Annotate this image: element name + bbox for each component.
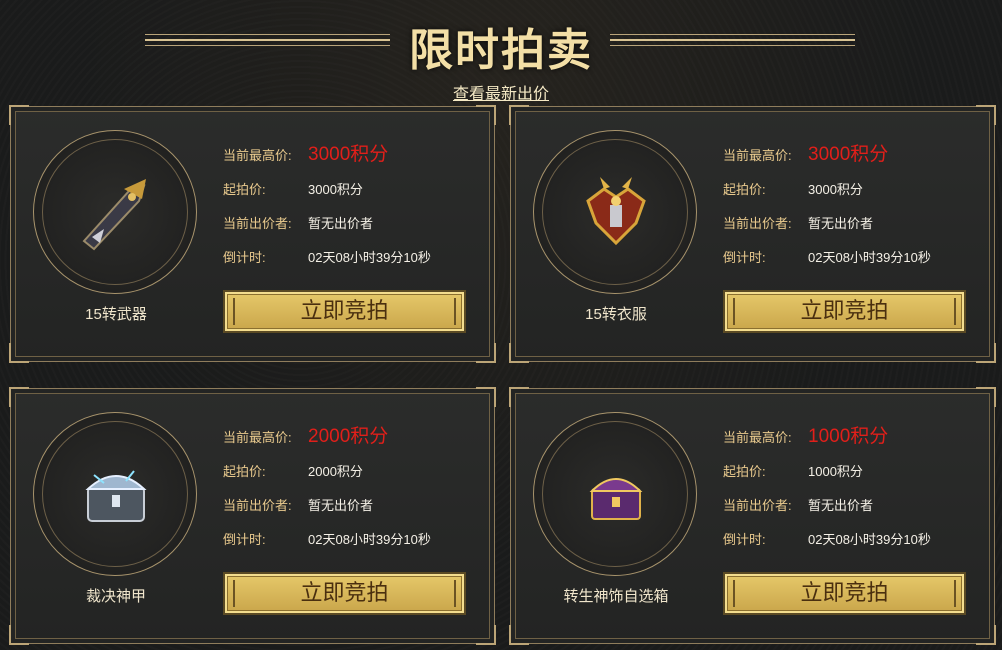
view-latest-bids-link[interactable]: 查看最新出价 [453,86,549,103]
current-highest-value: 2000积分 [308,426,389,447]
countdown-label: 倒计时: [223,250,266,265]
current-bidder-label: 当前出价者: [723,498,792,513]
item-name: 转生神饰自选箱 [563,588,669,605]
ornament-box-icon [574,453,658,537]
start-price-label: 起拍价: [723,464,766,479]
page-header: 限时拍卖 查看最新出价 [0,0,1002,105]
countdown-value: 02天08小时39分10秒 [808,532,931,547]
start-price-label: 起拍价: [723,182,766,197]
current-bidder-label: 当前出价者: [723,216,792,231]
weapon-icon [74,171,158,255]
latest-bids-link-wrap: 查看最新出价 [0,80,1002,104]
bid-now-button[interactable]: 立即竞拍 [223,290,466,333]
current-highest-value: 3000积分 [308,144,389,165]
auction-info: 当前最高价: 2000积分 起拍价: 2000积分 当前出价者: 暂无出价者 倒计时:… [223,419,483,555]
item-name: 15转武器 [85,306,147,323]
auction-info: 当前最高价: 3000积分 起拍价: 3000积分 当前出价者: 暂无出价者 倒计时:… [723,137,983,273]
start-price-value: 3000积分 [308,182,363,197]
auction-info: 当前最高价: 3000积分 起拍价: 3000积分 当前出价者: 暂无出价者 倒计时:… [223,137,483,273]
armor-icon [574,171,658,255]
countdown-value: 02天08小时39分10秒 [308,532,431,547]
current-bidder-value: 暂无出价者 [308,216,374,231]
bid-now-button[interactable]: 立即竞拍 [723,572,966,615]
current-bidder-label: 当前出价者: [223,498,292,513]
current-highest-value: 1000积分 [808,426,889,447]
item-frame [533,412,697,576]
bid-now-button[interactable]: 立即竞拍 [723,290,966,333]
item-frame [33,412,197,576]
auction-card: 裁决神甲 当前最高价: 2000积分 起拍价: 2000积分 当前出价者: 暂无出价者… [9,387,496,645]
current-highest-label: 当前最高价: [723,148,792,163]
current-highest-label: 当前最高价: [723,430,792,445]
countdown-value: 02天08小时39分10秒 [308,250,431,265]
countdown-value: 02天08小时39分10秒 [808,250,931,265]
current-highest-label: 当前最高价: [223,148,292,163]
start-price-label: 起拍价: [223,182,266,197]
start-price-value: 3000积分 [808,182,863,197]
item-frame [33,130,197,294]
countdown-label: 倒计时: [223,532,266,547]
item-name: 15转衣服 [585,306,647,323]
current-highest-value: 3000积分 [808,144,889,165]
current-bidder-value: 暂无出价者 [808,216,874,231]
start-price-value: 2000积分 [308,464,363,479]
current-bidder-value: 暂无出价者 [308,498,374,513]
auction-card: 15转衣服 当前最高价: 3000积分 起拍价: 3000积分 当前出价者: 暂无出价… [509,105,996,363]
current-bidder-label: 当前出价者: [223,216,292,231]
item-name: 裁决神甲 [85,588,146,605]
auction-card: 15转武器 当前最高价: 3000积分 起拍价: 3000积分 当前出价者: 暂无出价… [9,105,496,363]
bid-now-button[interactable]: 立即竞拍 [223,572,466,615]
item-frame [533,130,697,294]
start-price-label: 起拍价: [223,464,266,479]
auction-info: 当前最高价: 1000积分 起拍价: 1000积分 当前出价者: 暂无出价者 倒计时:… [723,419,983,555]
countdown-label: 倒计时: [723,532,766,547]
title-ornament-right [610,30,855,50]
auction-card: 转生神饰自选箱 当前最高价: 1000积分 起拍价: 1000积分 当前出价者: 暂无… [509,387,996,645]
chest-icon [74,453,158,537]
start-price-value: 1000积分 [808,464,863,479]
current-highest-label: 当前最高价: [223,430,292,445]
countdown-label: 倒计时: [723,250,766,265]
current-bidder-value: 暂无出价者 [808,498,874,513]
